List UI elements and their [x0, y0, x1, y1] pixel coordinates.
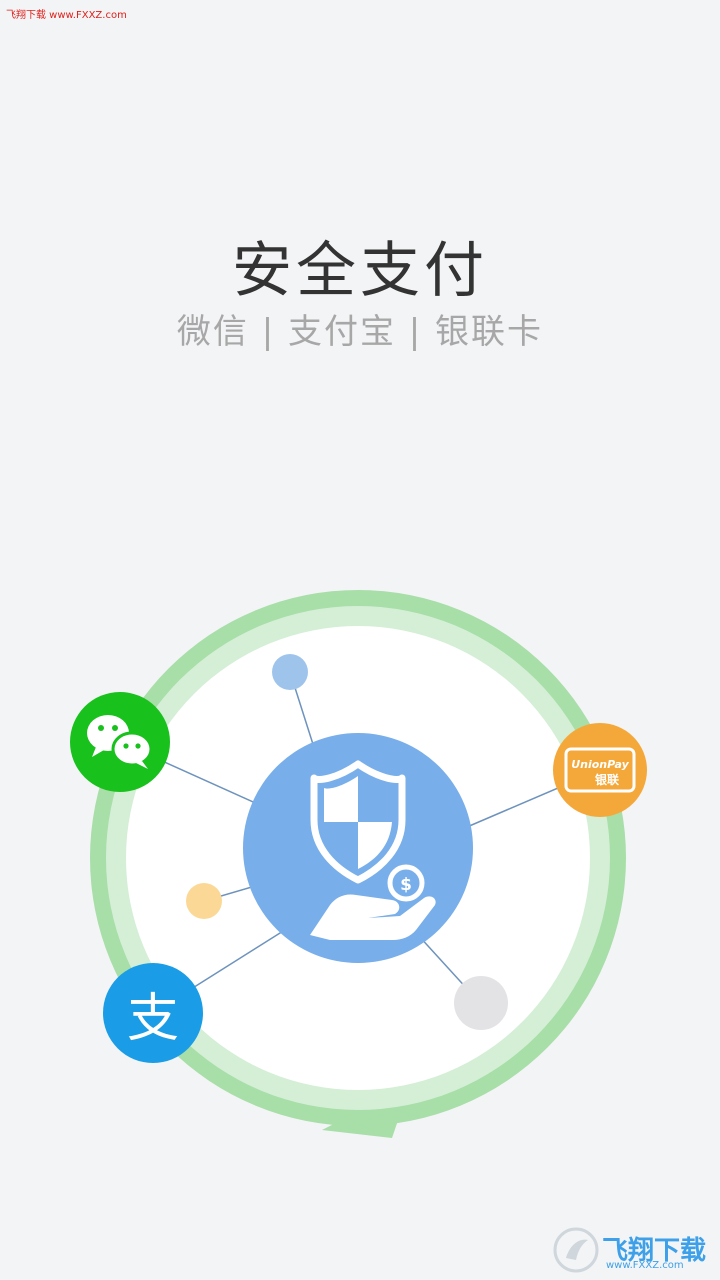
unionpay-icon: UnionPay 银联 — [553, 723, 647, 817]
page-title: 安全支付 — [232, 236, 488, 306]
alipay-glyph: 支 — [127, 989, 179, 1049]
coin-symbol: $ — [400, 875, 412, 895]
blue-dot — [272, 654, 308, 690]
alipay-icon: 支 — [103, 963, 203, 1063]
unionpay-label-top: UnionPay — [571, 758, 629, 771]
watermark-logo-icon — [553, 1227, 599, 1273]
yellow-dot — [186, 883, 222, 919]
shield-hand-coin-icon: $ — [243, 733, 473, 963]
page-subtitle: 微信 | 支付宝 | 银联卡 — [176, 312, 544, 352]
gray-dot — [454, 976, 508, 1030]
unionpay-label-bottom: 银联 — [595, 772, 619, 787]
wechat-icon — [70, 692, 170, 792]
top-watermark: 飞翔下载 www.FXXZ.com — [6, 10, 127, 21]
bottom-watermark: 飞翔下载 www.FXXZ.com — [552, 1226, 712, 1274]
watermark-url: www.FXXZ.com — [606, 1260, 684, 1271]
secure-payment-illustration: $ 支 UnionPay 银联 — [70, 590, 647, 1138]
